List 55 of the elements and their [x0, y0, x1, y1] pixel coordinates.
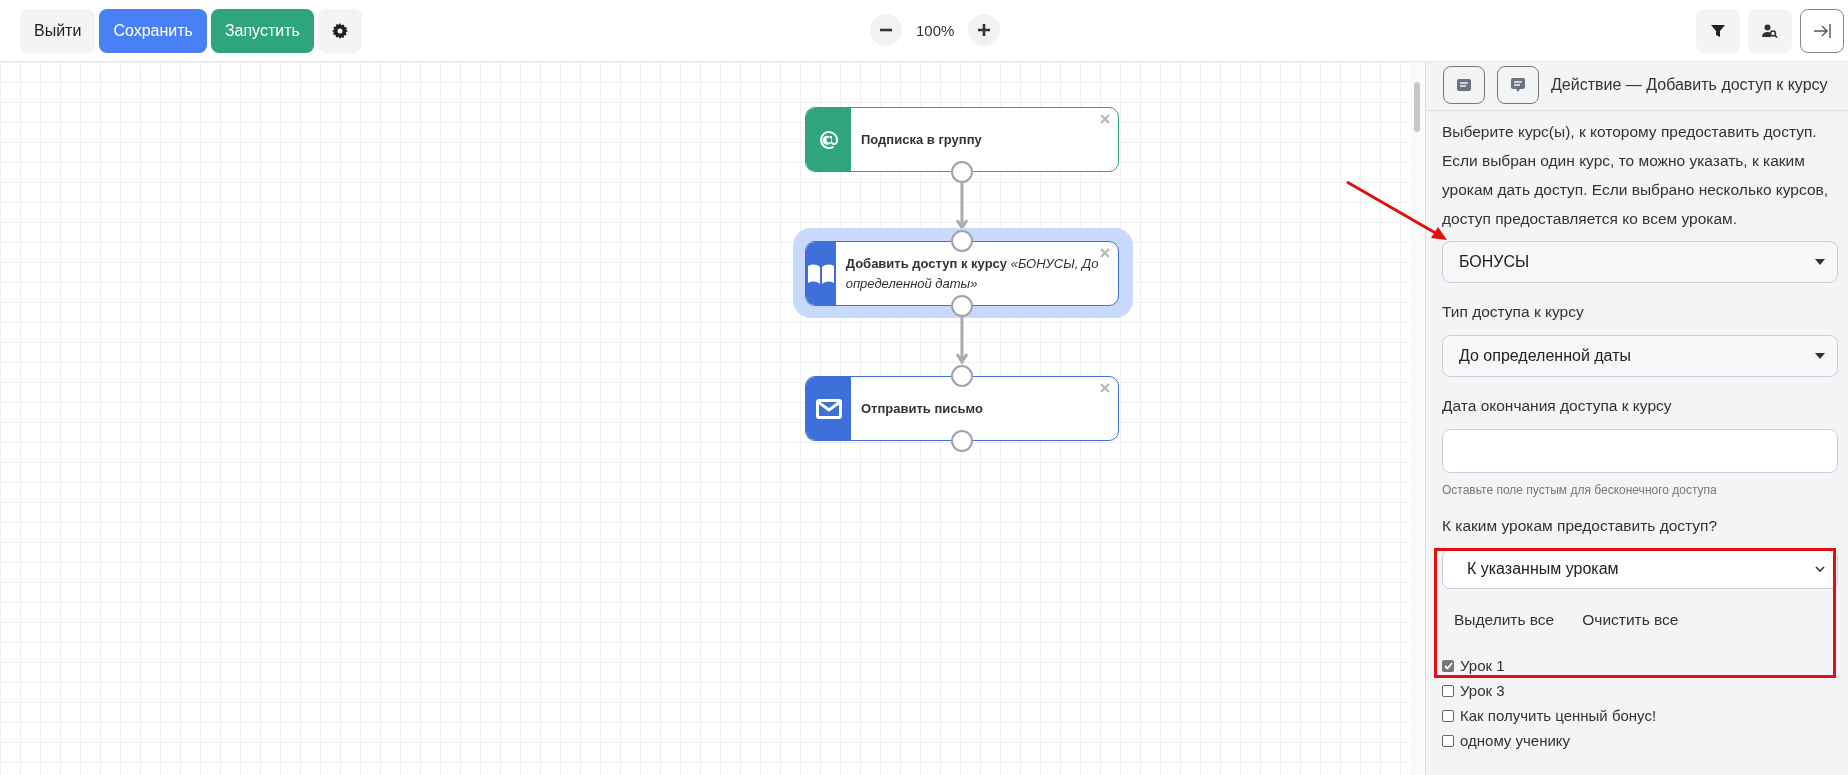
field-label: Дата окончания доступа к курсу	[1442, 397, 1673, 415]
description-text: Выберите курс(ы), к которому предоставить доступ. Если выбран один курс, то можно указать, к каким урокам дать доступ. Если выбрано несколько курсов, доступ предоставляется ко всем урокам.	[1442, 122, 1830, 229]
zoom-in-button[interactable]	[968, 14, 1001, 46]
output-port[interactable]	[951, 161, 973, 183]
field-hint: Оставьте поле пустым для бесконечного доступа	[1442, 483, 1718, 497]
checkbox[interactable]	[1442, 734, 1454, 747]
scrollbar-thumb[interactable]	[1414, 82, 1420, 132]
user-search-icon	[1762, 23, 1778, 38]
settings-icon	[331, 22, 348, 39]
envelope-icon	[815, 398, 842, 419]
checkbox-label: одному ученику	[1460, 732, 1571, 749]
node-title: Отправить письмо	[860, 399, 984, 418]
filter-icon	[1711, 23, 1725, 38]
save-button[interactable]: Сохранить	[99, 8, 207, 53]
caret-icon	[1815, 353, 1825, 359]
arrow-to-bar-icon	[1813, 22, 1831, 39]
connector-arrow	[956, 183, 968, 231]
input-port[interactable]	[951, 365, 973, 387]
caret-icon	[1815, 259, 1825, 265]
access-type-select[interactable]: До определенной даты	[1442, 335, 1838, 377]
output-port[interactable]	[951, 430, 973, 452]
zoom-out-button[interactable]	[870, 14, 902, 46]
connector-arrow	[956, 317, 968, 365]
book-icon	[806, 262, 835, 285]
field-label: К каким урокам предоставить доступ?	[1442, 517, 1719, 535]
flow-node[interactable]: Подписка в группу	[805, 107, 1119, 172]
checkbox[interactable]	[1442, 684, 1454, 697]
checkbox[interactable]	[1442, 709, 1454, 722]
flow-node[interactable]: Добавить доступ к курсу «БОНУСЫ, До определенной даты»	[805, 241, 1119, 306]
panel-title: Действие — Добавить доступ к курсу	[1551, 76, 1828, 94]
checkbox-label: Урок 1	[1460, 657, 1505, 674]
node-title: Подписка в группу	[860, 130, 983, 149]
filter-button[interactable]	[1696, 8, 1740, 53]
note-icon	[1457, 79, 1471, 91]
zoom-level: 100%	[916, 21, 955, 39]
note-button[interactable]	[1443, 66, 1485, 104]
checkbox[interactable]	[1442, 659, 1454, 672]
exit-button[interactable]: Выйти	[20, 8, 96, 53]
link[interactable]: Очистить все	[1582, 611, 1679, 629]
settings-button[interactable]	[317, 8, 362, 53]
user-search-button[interactable]	[1748, 8, 1792, 53]
checkbox-label: Урок 3	[1460, 682, 1505, 699]
lessons-select[interactable]: К указанным урокам	[1442, 549, 1838, 589]
flow-node[interactable]: Отправить письмо	[805, 376, 1119, 441]
checkbox-label: Как получить ценный бонус!	[1460, 707, 1657, 724]
field-label: Тип доступа к курсу	[1442, 303, 1585, 321]
node-title: Добавить доступ к курсу «БОНУСЫ, До определенной даты»	[844, 254, 1100, 293]
comment-button[interactable]	[1497, 66, 1539, 104]
link[interactable]: Выделить все	[1454, 611, 1555, 629]
plus-icon	[977, 23, 992, 37]
date-input-field[interactable]	[1442, 429, 1838, 473]
course-select[interactable]: БОНУСЫ	[1442, 241, 1838, 283]
chevron-icon	[1815, 566, 1825, 572]
comment-icon	[1511, 78, 1525, 92]
collapse-panel-button[interactable]	[1800, 8, 1844, 53]
